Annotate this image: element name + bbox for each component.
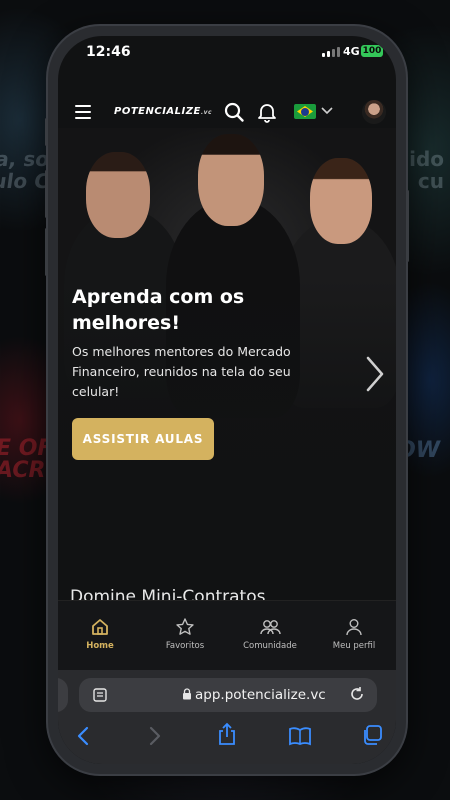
address-bar[interactable]: app.potencialize.vc <box>79 678 377 712</box>
phone-volume-up <box>45 170 48 218</box>
mentor-face-center <box>198 134 264 226</box>
status-time: 12:46 <box>86 44 131 60</box>
tab-home[interactable]: Home <box>58 601 142 665</box>
forward-icon[interactable] <box>148 726 162 746</box>
bottom-tab-bar: Home Favoritos Comunidade Meu perfil <box>58 600 396 671</box>
brand-logo[interactable]: POTENCIALIZE.vc <box>114 106 212 117</box>
status-bar: 12:46 4G 100 <box>58 36 396 72</box>
tab-community-label: Comunidade <box>243 641 297 651</box>
phone-volume-down <box>45 228 48 276</box>
background-text-red: E OF ACR <box>0 436 53 483</box>
watch-classes-button[interactable]: ASSISTIR AULAS <box>72 418 214 460</box>
network-type: 4G <box>343 45 360 58</box>
home-icon <box>92 619 108 635</box>
bookmarks-icon[interactable] <box>288 726 312 746</box>
mentor-face-left <box>86 152 150 238</box>
hero-subtitle: Os melhores mentores do Mercado Financei… <box>72 344 291 399</box>
menu-icon[interactable] <box>75 105 91 119</box>
chevron-down-icon[interactable] <box>321 106 333 116</box>
tab-home-label: Home <box>86 641 114 651</box>
tab-favorites-label: Favoritos <box>165 641 205 651</box>
browser-toolbar: app.potencialize.vc <box>58 670 396 764</box>
tab-community[interactable]: Comunidade <box>228 601 312 665</box>
mentor-face-right <box>310 158 372 244</box>
phone-side-button <box>45 118 48 146</box>
profile-icon <box>346 619 362 636</box>
tab-profile[interactable]: Meu perfil <box>312 601 396 665</box>
battery-icon: 100 <box>361 45 383 57</box>
star-icon <box>176 618 194 635</box>
share-icon[interactable] <box>217 722 237 746</box>
avatar[interactable] <box>362 100 386 124</box>
tab-profile-label: Meu perfil <box>332 641 376 651</box>
tab-favorites[interactable]: Favoritos <box>143 601 227 665</box>
previous-tab-preview[interactable] <box>58 678 68 712</box>
phone-power-button <box>406 190 409 262</box>
signal-icon <box>322 47 340 57</box>
reader-mode-icon[interactable] <box>93 688 109 702</box>
hero-banner: Aprenda com os melhores! Os melhores men… <box>58 128 396 598</box>
back-icon[interactable] <box>76 726 90 746</box>
app-header: POTENCIALIZE.vc <box>58 98 396 128</box>
community-icon <box>260 620 281 635</box>
tabs-icon[interactable] <box>362 725 382 745</box>
url-text: app.potencialize.vc <box>195 687 326 703</box>
brazil-flag-icon[interactable] <box>294 104 316 119</box>
search-icon[interactable] <box>223 101 245 123</box>
phone-screen: 12:46 4G 100 Aprenda com os melhores! Os… <box>58 36 396 764</box>
section-title: Domine Mini-Contratos <box>70 587 266 600</box>
bell-icon[interactable] <box>256 101 278 123</box>
logo-suffix: .vc <box>200 109 213 116</box>
lock-icon <box>183 688 191 700</box>
chevron-right-icon[interactable] <box>364 354 386 394</box>
logo-text: POTENCIALIZE <box>114 106 201 117</box>
hero-title: Aprenda com os melhores! <box>72 286 245 334</box>
reload-icon[interactable] <box>349 686 365 702</box>
